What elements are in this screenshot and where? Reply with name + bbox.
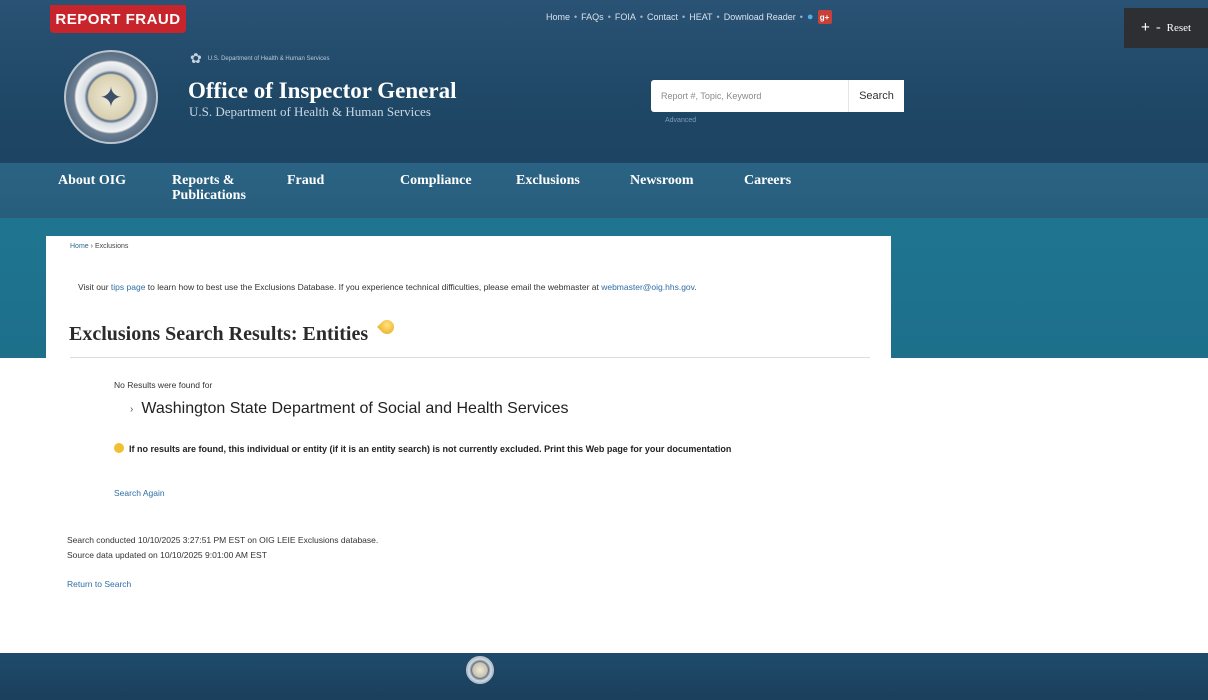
breadcrumb: Home › Exclusions bbox=[70, 243, 128, 250]
searched-entity-name: Washington State Department of Social an… bbox=[141, 400, 569, 417]
search-button[interactable]: Search bbox=[848, 80, 904, 112]
site-title[interactable]: Office of Inspector General bbox=[188, 78, 456, 104]
utility-link-home[interactable]: Home bbox=[546, 12, 570, 22]
utility-link-download-reader[interactable]: Download Reader bbox=[724, 12, 796, 22]
increase-font-button[interactable]: + bbox=[1141, 19, 1150, 37]
font-size-controls: + - Reset bbox=[1124, 8, 1208, 48]
page-title: Exclusions Search Results: Entities bbox=[69, 323, 369, 345]
eagle-icon: ✦ bbox=[99, 81, 123, 113]
twitter-icon[interactable]: ● bbox=[807, 11, 814, 23]
utility-link-contact[interactable]: Contact bbox=[647, 12, 678, 22]
breadcrumb-current: Exclusions bbox=[94, 243, 129, 250]
notice-text: If no results are found, this individual… bbox=[129, 444, 732, 454]
not-excluded-notice: If no results are found, this individual… bbox=[114, 442, 844, 456]
nav-item-reports-publications[interactable]: Reports & Publications bbox=[172, 173, 272, 203]
return-to-search-link[interactable]: Return to Search bbox=[67, 579, 131, 589]
footer-seal-logo[interactable] bbox=[466, 656, 494, 684]
hhs-logo-icon: ✿ bbox=[190, 50, 202, 66]
hhs-department-line[interactable]: ✿ U.S. Department of Health & Human Serv… bbox=[190, 50, 329, 67]
title-divider bbox=[70, 357, 870, 358]
utility-separator: • bbox=[682, 12, 686, 22]
tips-page-link[interactable]: tips page bbox=[111, 282, 146, 292]
utility-separator: • bbox=[799, 12, 803, 22]
utility-link-foia[interactable]: FOIA bbox=[615, 12, 636, 22]
intro-mid: to learn how to best use the Exclusions … bbox=[145, 282, 602, 292]
webmaster-email-link[interactable]: webmaster@oig.hhs.gov bbox=[601, 282, 694, 292]
utility-link-faqs[interactable]: FAQs bbox=[581, 12, 604, 22]
nav-item-about-oig[interactable]: About OIG bbox=[58, 173, 126, 188]
site-subtitle: U.S. Department of Health & Human Servic… bbox=[189, 104, 431, 119]
warning-icon bbox=[114, 443, 124, 453]
nav-item-careers[interactable]: Careers bbox=[744, 173, 791, 188]
breadcrumb-home[interactable]: Home bbox=[70, 243, 89, 250]
decrease-font-button[interactable]: - bbox=[1156, 20, 1161, 36]
search-input[interactable] bbox=[651, 80, 848, 112]
intro-pre: Visit our bbox=[78, 282, 111, 292]
search-conducted-text: Search conducted 10/10/2025 3:27:51 PM E… bbox=[67, 535, 379, 545]
nav-item-newsroom[interactable]: Newsroom bbox=[630, 173, 694, 188]
oig-seal-logo[interactable]: ✦ bbox=[64, 50, 158, 144]
utility-separator: • bbox=[574, 12, 578, 22]
advanced-search-link[interactable]: Advanced bbox=[665, 117, 696, 124]
utility-separator: • bbox=[607, 12, 611, 22]
google-plus-icon[interactable]: g+ bbox=[817, 10, 832, 24]
site-footer bbox=[0, 653, 1208, 700]
breadcrumb-separator: › bbox=[90, 243, 93, 250]
nav-item-exclusions[interactable]: Exclusions bbox=[516, 173, 580, 188]
nav-item-fraud[interactable]: Fraud bbox=[287, 173, 324, 188]
reset-font-button[interactable]: Reset bbox=[1167, 22, 1191, 34]
searched-entity: › Washington State Department of Social … bbox=[130, 400, 569, 418]
search-again-link[interactable]: Search Again bbox=[114, 488, 165, 498]
utility-separator: • bbox=[716, 12, 720, 22]
report-fraud-button[interactable]: REPORT FRAUD bbox=[50, 5, 186, 33]
utility-separator: • bbox=[639, 12, 644, 22]
chevron-right-icon: › bbox=[130, 403, 134, 415]
utility-link-heat[interactable]: HEAT bbox=[689, 12, 712, 22]
source-updated-text: Source data updated on 10/10/2025 9:01:0… bbox=[67, 550, 267, 560]
main-nav: About OIG Reports & Publications Fraud C… bbox=[0, 163, 1208, 218]
intro-text: Visit our tips page to learn how to best… bbox=[78, 282, 697, 292]
nav-item-compliance[interactable]: Compliance bbox=[400, 173, 472, 188]
intro-post: . bbox=[694, 282, 697, 292]
site-search: Search bbox=[651, 80, 904, 112]
hhs-department-text: U.S. Department of Health & Human Servic… bbox=[207, 55, 330, 62]
no-results-label: No Results were found for bbox=[114, 380, 213, 390]
utility-links: Home • FAQs • FOIA • Contact • HEAT • Do… bbox=[546, 10, 832, 24]
